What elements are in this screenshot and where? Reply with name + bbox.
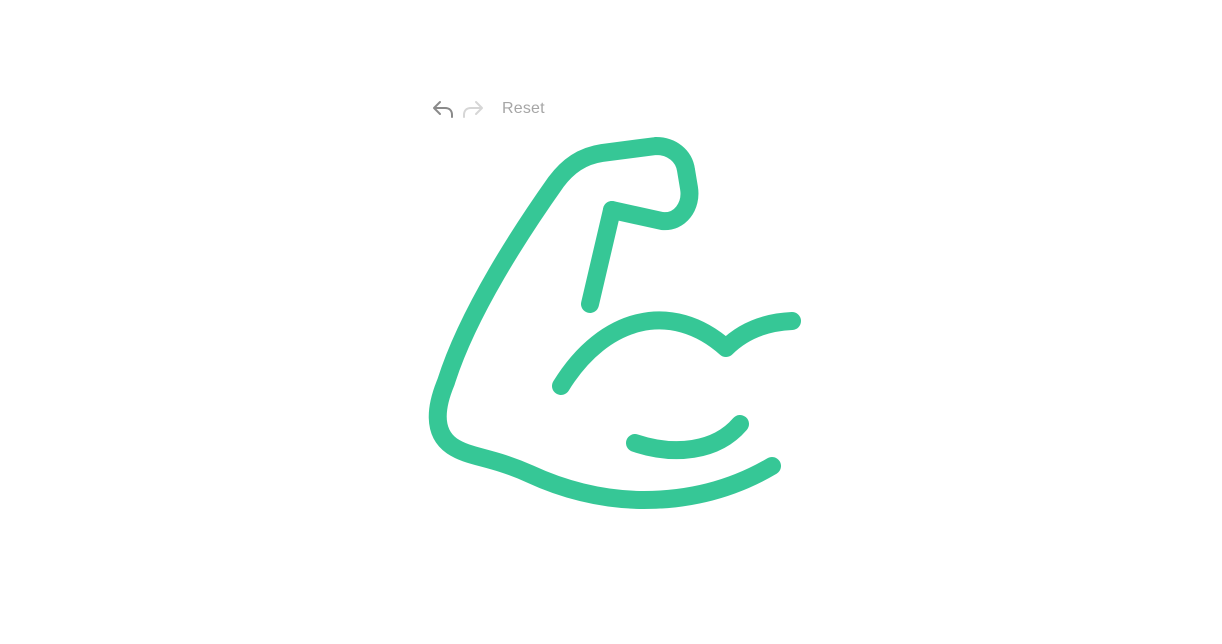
redo-icon bbox=[463, 101, 483, 118]
toolbar: Reset bbox=[430, 96, 545, 122]
reset-button[interactable]: Reset bbox=[502, 100, 545, 118]
biceps-bulge-stroke bbox=[552, 311, 801, 395]
flexed-arm-icon bbox=[428, 137, 801, 509]
redo-button[interactable] bbox=[460, 96, 486, 122]
undo-icon bbox=[433, 101, 453, 118]
undo-button[interactable] bbox=[430, 96, 456, 122]
fist-curve-stroke bbox=[626, 415, 749, 460]
drawing-editor: Reset bbox=[0, 0, 1222, 644]
drawing-canvas[interactable] bbox=[0, 0, 1222, 644]
biceps-line-stroke bbox=[581, 201, 621, 313]
